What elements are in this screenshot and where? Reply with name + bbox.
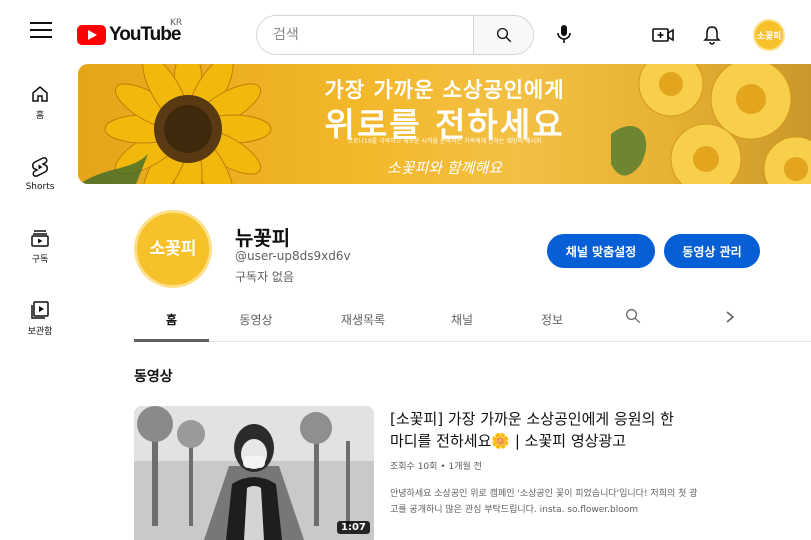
play-logo-icon	[77, 25, 106, 45]
create-button[interactable]	[648, 20, 678, 50]
video-thumbnail-image	[134, 406, 374, 540]
customize-channel-button[interactable]: 채널 맞춤설정	[547, 234, 655, 268]
youtube-logo[interactable]: YouTube	[77, 24, 181, 46]
nav-label-home: 홈	[35, 111, 45, 121]
shorts-icon	[32, 157, 48, 177]
account-avatar-text: 소꽃피	[756, 31, 782, 42]
video-duration-badge: 1:07	[337, 521, 370, 534]
search-icon	[626, 309, 641, 324]
library-icon	[31, 301, 49, 319]
nav-label-shorts: Shorts	[25, 182, 55, 192]
tab-home[interactable]: 홈	[134, 311, 209, 328]
tab-channels[interactable]: 채널	[437, 311, 487, 328]
video-title-line2: 마디를 전하세요	[390, 432, 492, 450]
logo-region: KR	[170, 18, 183, 28]
nav-label-subscriptions: 구독	[31, 255, 49, 265]
video-thumbnail[interactable]	[134, 406, 374, 540]
account-avatar[interactable]: 소꽃피	[753, 19, 785, 51]
tab-about[interactable]: 정보	[527, 311, 577, 328]
bell-icon	[703, 26, 721, 45]
channel-banner: 가장 가까운 소상공인에게 위로를 전하세요 코로나19를 극복하고 새로운 시…	[78, 64, 811, 184]
video-metadata: 조회수 10회 • 1개월 전	[390, 462, 482, 472]
flower-emoji-icon: 🌼	[491, 432, 511, 450]
video-title-line1: [소꽃피] 가장 가까운 소상공인에게 응원의 한	[390, 410, 674, 428]
banner-script-text: 소꽃피와 함께해요	[386, 159, 503, 177]
nav-item-home[interactable]: 홈	[0, 84, 80, 121]
create-video-icon	[652, 28, 674, 42]
nav-item-library[interactable]: 보관함	[0, 300, 80, 337]
subscriber-count: 구독자 없음	[235, 270, 295, 284]
top-bar: YouTube KR 소꽃피	[0, 0, 811, 58]
section-title: 동영상	[134, 369, 173, 385]
manage-videos-button[interactable]: 동영상 관리	[664, 234, 760, 268]
video-title-suffix: | 소꽃피 영상광고	[510, 432, 627, 450]
video-description-line2: 고를 공개하니 많은 관심 부탁드립니다. insta. so.flower.b…	[390, 505, 639, 515]
video-title[interactable]: [소꽃피] 가장 가까운 소상공인에게 응원의 한 마디를 전하세요🌼 | 소꽃…	[390, 408, 710, 452]
channel-tabs: 홈 동영상 재생목록 채널 정보	[134, 302, 811, 342]
tab-videos[interactable]: 동영상	[226, 311, 286, 328]
chevron-right-icon	[726, 311, 735, 323]
channel-avatar[interactable]: 소꽃피	[134, 210, 212, 288]
video-description-line1: 안녕하세요 소상공인 위로 캠페인 '소상공인 꽃이 피었습니다'입니다! 저희…	[390, 489, 698, 499]
banner-subtext: 코로나19를 극복하고 새로운 시작을 준비하는 가족에게 전하는 희망의 메시…	[347, 138, 542, 145]
tabs-scroll-right-button[interactable]	[724, 309, 736, 328]
nav-label-library: 보관함	[27, 327, 53, 337]
home-icon	[32, 86, 48, 102]
search-bar	[256, 15, 534, 55]
microphone-icon	[557, 25, 571, 43]
active-tab-indicator	[134, 339, 209, 342]
notifications-button[interactable]	[697, 20, 727, 50]
channel-name: 뉴꽃피	[235, 226, 291, 250]
video-description: 안녕하세요 소상공인 위로 캠페인 '소상공인 꽃이 피었습니다'입니다! 저희…	[390, 486, 765, 518]
voice-search-button[interactable]	[548, 18, 580, 50]
nav-item-shorts[interactable]: Shorts	[0, 156, 80, 192]
channel-search-button[interactable]	[624, 307, 642, 329]
channel-avatar-text: 소꽃피	[149, 239, 197, 259]
channel-handle: @user-up8ds9xd6v	[235, 249, 351, 263]
nav-item-subscriptions[interactable]: 구독	[0, 228, 80, 265]
tab-playlists[interactable]: 재생목록	[328, 311, 398, 328]
subscriptions-icon	[31, 230, 49, 247]
search-icon	[496, 27, 511, 43]
search-input[interactable]	[257, 16, 473, 54]
search-button[interactable]	[473, 16, 533, 54]
menu-icon[interactable]	[30, 22, 52, 38]
